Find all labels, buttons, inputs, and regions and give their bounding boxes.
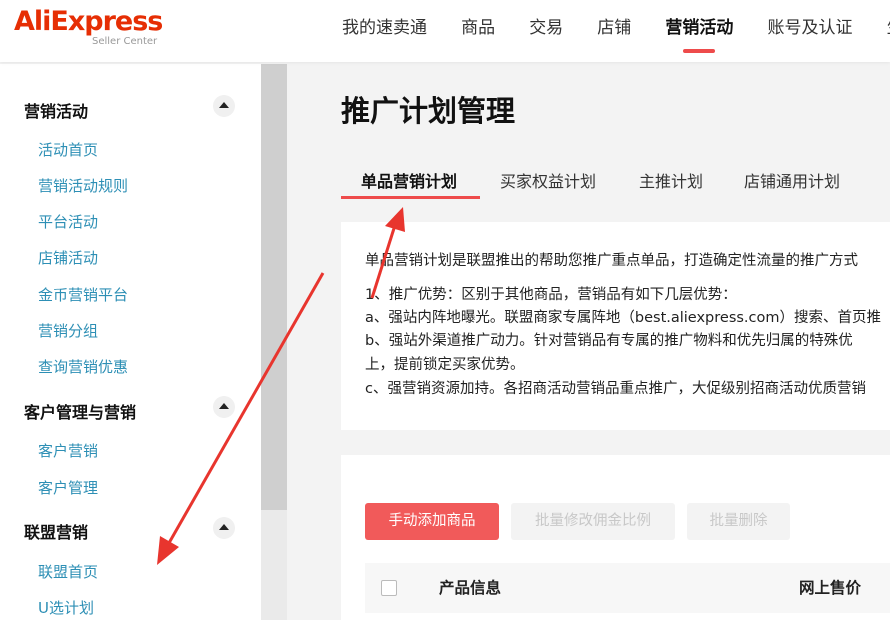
sidebar-item-affiliate-home[interactable]: 联盟首页	[38, 561, 98, 582]
description-line: 1、推广优势：区别于其他商品，营销品有如下几层优势：	[365, 287, 737, 303]
sidebar-item-marketing-group[interactable]: 营销分组	[38, 320, 98, 341]
table-header: 产品信息 网上售价	[365, 563, 890, 613]
collapse-icon[interactable]	[213, 95, 235, 117]
description-line: c、强营销资源加持。各招商活动营销品重点推广，大促级别招商活动优质营销	[365, 381, 866, 397]
tab-buyer-benefit-plan[interactable]: 买家权益计划	[500, 168, 596, 192]
description-line: b、强站外渠道推广动力。针对营销品有专属的推广物料和优先归属的特殊优	[365, 333, 853, 349]
collapse-icon[interactable]	[213, 396, 235, 418]
description-line: 上，提前锁定买家优势。	[365, 357, 525, 373]
sidebar-scrollbar-thumb[interactable]	[261, 64, 287, 510]
nav-store[interactable]: 店铺	[597, 13, 631, 38]
page-title: 推广计划管理	[341, 94, 516, 128]
tab-store-general-plan[interactable]: 店铺通用计划	[744, 168, 840, 192]
sidebar-section-marketing[interactable]: 营销活动	[24, 98, 88, 122]
sidebar-section-customer[interactable]: 客户管理与营销	[24, 399, 136, 423]
nav-business[interactable]: 生意	[887, 13, 890, 38]
description-line: a、强站内阵地曝光。联盟商家专属阵地（best.aliexpress.com）搜…	[365, 310, 882, 326]
sidebar-item-query-discount[interactable]: 查询营销优惠	[38, 356, 128, 377]
sidebar-item-platform-activity[interactable]: 平台活动	[38, 211, 98, 232]
add-product-button[interactable]: 手动添加商品	[365, 503, 499, 540]
nav-marketing[interactable]: 营销活动	[665, 13, 733, 53]
column-header-online-price: 网上售价	[799, 579, 862, 597]
sidebar-item-activity-rules[interactable]: 营销活动规则	[38, 175, 128, 196]
product-table-card: 手动添加商品 批量修改佣金比例 批量删除 产品信息 网上售价	[341, 455, 890, 620]
sidebar-item-store-activity[interactable]: 店铺活动	[38, 247, 98, 268]
plan-description-card: 单品营销计划是联盟推出的帮助您推广重点单品，打造确定性流量的推广方式 1、推广优…	[341, 222, 890, 430]
sidebar-item-activity-home[interactable]: 活动首页	[38, 139, 98, 160]
active-tab-indicator	[341, 196, 480, 199]
tab-featured-plan[interactable]: 主推计划	[639, 168, 703, 192]
description-line: 单品营销计划是联盟推出的帮助您推广重点单品，打造确定性流量的推广方式	[365, 253, 858, 269]
logo-text: AliExpress	[14, 6, 163, 37]
aliexpress-logo[interactable]: AliExpress Seller Center	[14, 6, 163, 47]
logo-subtitle: Seller Center	[92, 36, 158, 47]
sidebar-section-affiliate[interactable]: 联盟营销	[24, 519, 88, 543]
sidebar-item-coin-platform[interactable]: 金币营销平台	[38, 284, 128, 305]
sidebar-item-u-select[interactable]: U选计划	[38, 597, 94, 618]
collapse-icon[interactable]	[213, 517, 235, 539]
nav-account[interactable]: 账号及认证	[767, 13, 852, 38]
sidebar: 营销活动 活动首页 营销活动规则 平台活动 店铺活动 金币营销平台 营销分组 查…	[0, 64, 261, 620]
sidebar-item-customer-management[interactable]: 客户管理	[38, 477, 98, 498]
plan-tabs: 单品营销计划 买家权益计划 主推计划 店铺通用计划	[341, 164, 890, 200]
nav-products[interactable]: 商品	[461, 13, 495, 38]
batch-edit-commission-button[interactable]: 批量修改佣金比例	[511, 503, 675, 540]
top-nav: 我的速卖通 商品 交易 店铺 营销活动 账号及认证 生意	[342, 13, 890, 53]
nav-my-aliexpress[interactable]: 我的速卖通	[342, 13, 427, 38]
tab-single-product-plan[interactable]: 单品营销计划	[361, 168, 457, 192]
select-all-checkbox[interactable]	[381, 580, 397, 596]
sidebar-item-customer-marketing[interactable]: 客户营销	[38, 440, 98, 461]
top-bar: AliExpress Seller Center 我的速卖通 商品 交易 店铺 …	[0, 0, 890, 62]
batch-delete-button[interactable]: 批量删除	[687, 503, 790, 540]
nav-orders[interactable]: 交易	[529, 13, 563, 38]
column-header-product-info: 产品信息	[439, 579, 502, 597]
